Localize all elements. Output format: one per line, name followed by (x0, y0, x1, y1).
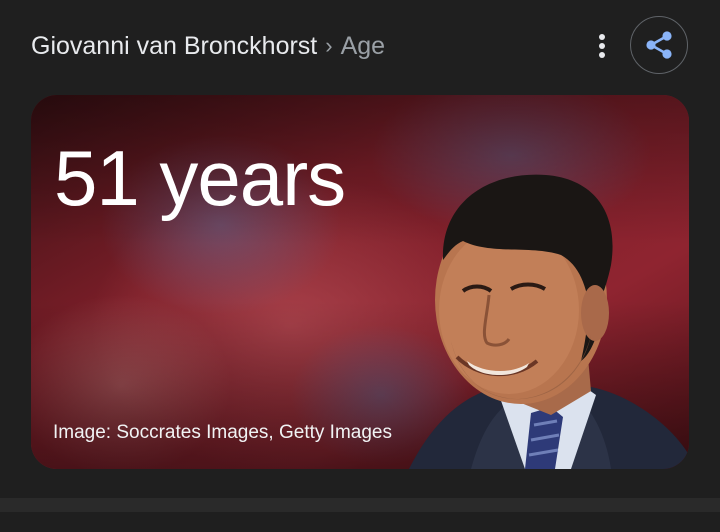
attribute-label: Age (340, 32, 386, 60)
entity-name-link[interactable]: Giovanni van Bronckhorst (31, 30, 317, 62)
answer-header: Giovanni van Bronckhorst › Age (0, 0, 720, 92)
age-value: 51 years (54, 134, 346, 222)
image-credit: Image: Soccrates Images, Getty Images (53, 422, 392, 443)
share-button[interactable] (630, 16, 688, 74)
next-card-edge (0, 498, 720, 512)
share-icon (646, 31, 672, 59)
knowledge-panel-screen: Giovanni van Bronckhorst › Age 51 years … (0, 0, 720, 532)
age-answer-card[interactable]: 51 years Image: Soccrates Images, Getty … (31, 95, 689, 469)
more-options-button[interactable] (586, 28, 618, 64)
more-vert-icon (599, 34, 605, 58)
breadcrumb: Giovanni van Bronckhorst › Age (31, 30, 385, 62)
breadcrumb-separator: › (325, 33, 333, 58)
